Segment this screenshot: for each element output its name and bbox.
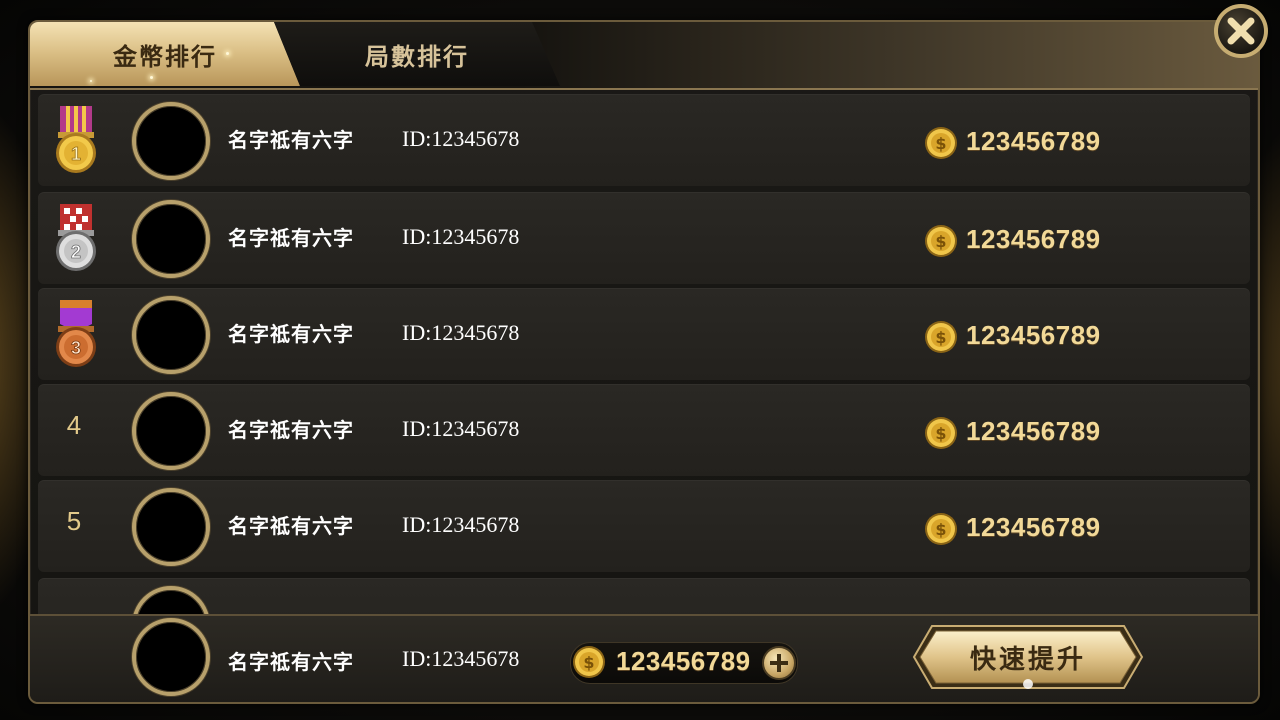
coin-amount: 123456789 <box>966 512 1101 542</box>
coin-amount: 123456789 <box>966 320 1101 350</box>
avatar[interactable] <box>132 200 210 278</box>
table-row[interactable]: 2 名字祗有六字 ID:12345678 $ 123456789 <box>38 192 1250 284</box>
player-id: ID:12345678 <box>402 416 520 441</box>
coin-icon: $ <box>925 417 957 449</box>
coin-icon: $ <box>925 225 957 257</box>
rank-number: 4 <box>66 410 82 440</box>
close-icon[interactable] <box>1212 2 1270 60</box>
tab-coin-ranking[interactable]: 金幣排行 <box>30 22 300 86</box>
coin-amount: 123456789 <box>966 126 1101 156</box>
coin-icon: $ <box>925 127 957 159</box>
avatar[interactable] <box>132 488 210 566</box>
player-id: ID:12345678 <box>402 126 520 151</box>
add-coins-plus-icon[interactable] <box>762 646 796 680</box>
tab-rounds-ranking[interactable]: 局數排行 <box>274 22 560 86</box>
avatar[interactable] <box>132 586 210 614</box>
my-id: ID:12345678 <box>402 646 520 671</box>
sparkle <box>90 80 92 82</box>
sparkle <box>150 76 153 79</box>
svg-text:1: 1 <box>71 144 81 164</box>
player-id: ID:12345678 <box>402 512 520 537</box>
tab-coin-ranking-label: 金幣排行 <box>113 42 217 71</box>
svg-text:$: $ <box>935 520 946 539</box>
svg-text:$: $ <box>935 424 946 443</box>
table-row[interactable]: 1 名字祗有六字 ID:12345678 $ 123456789 <box>38 94 1250 186</box>
avatar[interactable] <box>132 102 210 180</box>
player-name: 名字祗有六字 <box>228 418 354 442</box>
svg-text:$: $ <box>935 134 946 153</box>
leaderboard-panel: 金幣排行 局數排行 1 名字祗有六字 ID:12345678 $ 1234567… <box>28 20 1260 704</box>
player-name: 名字祗有六字 <box>228 322 354 346</box>
coin-icon: $ <box>925 321 957 353</box>
player-name: 名字祗有六字 <box>228 128 354 152</box>
svg-text:$: $ <box>583 653 594 672</box>
table-row[interactable]: 5 名字祗有六字 ID:12345678 $ 123456789 <box>38 480 1250 572</box>
my-avatar[interactable] <box>132 618 210 696</box>
svg-text:3: 3 <box>71 338 81 358</box>
player-id: ID:12345678 <box>402 224 520 249</box>
my-rank-footer: 名字祗有六字 ID:12345678 $ 123456789 快速提升 <box>30 614 1258 702</box>
table-row[interactable]: 3 名字祗有六字 ID:12345678 $ 123456789 <box>38 288 1250 380</box>
coin-icon: $ <box>925 513 957 545</box>
silver-medal-icon: 2 <box>56 204 96 271</box>
rank-number: 5 <box>66 506 82 536</box>
bronze-medal-icon: 3 <box>56 300 96 367</box>
quick-boost-button[interactable]: 快速提升 <box>912 624 1144 690</box>
player-name: 名字祗有六字 <box>228 514 354 538</box>
player-id: ID:12345678 <box>402 320 520 345</box>
quick-boost-label: 快速提升 <box>969 644 1086 675</box>
coin-amount: 123456789 <box>966 224 1101 254</box>
coin-amount: 123456789 <box>966 416 1101 446</box>
player-name: 名字祗有六字 <box>228 226 354 250</box>
my-name: 名字祗有六字 <box>228 650 354 674</box>
ranking-list[interactable]: 1 名字祗有六字 ID:12345678 $ 123456789 2 名字祗有六… <box>38 94 1250 614</box>
gold-medal-icon: 1 <box>56 106 96 173</box>
svg-text:$: $ <box>935 328 946 347</box>
svg-text:$: $ <box>935 232 946 251</box>
my-coin-amount: 123456789 <box>616 646 751 676</box>
svg-text:2: 2 <box>71 242 81 262</box>
table-row-partial[interactable] <box>38 578 1250 614</box>
tab-bar: 金幣排行 局數排行 <box>30 22 1258 90</box>
coin-icon: $ <box>573 646 605 678</box>
table-row[interactable]: 4 名字祗有六字 ID:12345678 $ 123456789 <box>38 384 1250 476</box>
tab-rounds-ranking-label: 局數排行 <box>365 42 469 71</box>
avatar[interactable] <box>132 392 210 470</box>
avatar[interactable] <box>132 296 210 374</box>
sparkle <box>226 52 229 55</box>
